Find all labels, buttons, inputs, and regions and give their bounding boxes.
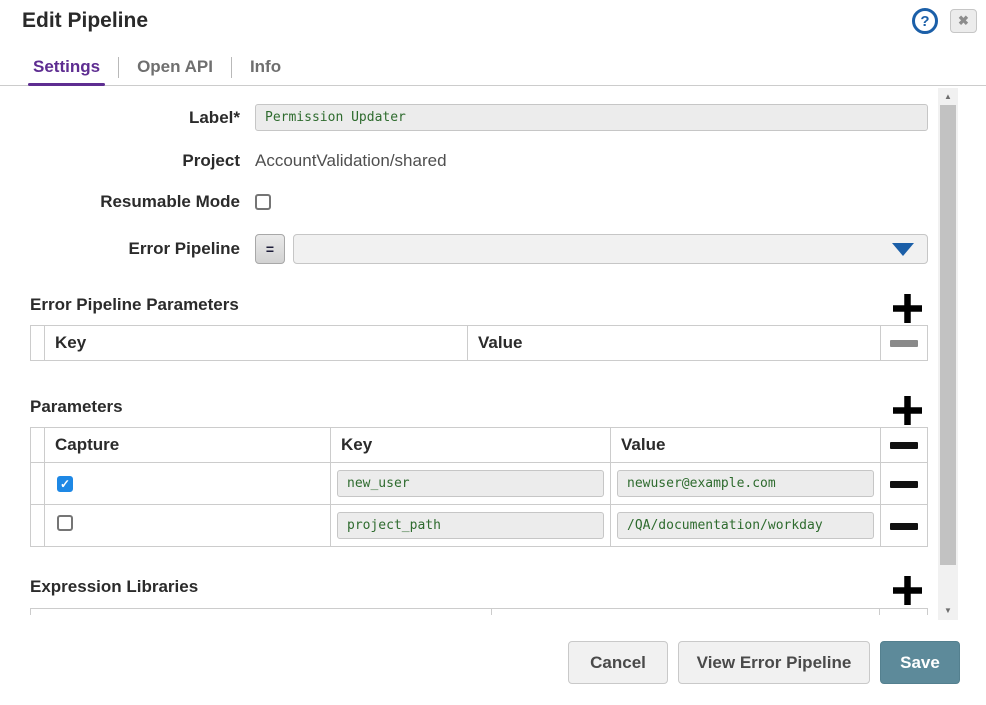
error-pipeline-parameters-table: Key Value [30,325,928,361]
column-header-value: Value [611,428,881,463]
resumable-mode-row: Resumable Mode [30,191,928,213]
add-error-pipeline-parameter-icon[interactable] [892,292,923,325]
parameter-key-input[interactable] [337,512,604,539]
capture-checkbox[interactable] [57,515,73,531]
column-header-key: Key [45,326,468,361]
help-icon[interactable]: ? [912,8,938,34]
add-parameter-icon[interactable] [892,394,923,427]
error-pipeline-parameters-header: Error Pipeline Parameters [30,285,928,325]
label-row: Label* [30,104,928,131]
parameter-value-input[interactable] [617,512,874,539]
dialog-header: Edit Pipeline ? ✖ [0,0,986,50]
parameter-row [31,505,928,547]
scrollbar-down-arrow-icon[interactable]: ▼ [938,602,958,618]
remove-row-icon[interactable] [881,428,928,463]
expression-libraries-title: Expression Libraries [30,577,198,597]
remove-row-icon[interactable] [881,326,928,361]
table-header-row: Key Value [31,326,928,361]
capture-checkbox[interactable] [57,476,73,492]
table-header-row: Capture Key Value [31,428,928,463]
expression-toggle-button[interactable]: = [255,234,285,264]
dialog-title: Edit Pipeline [22,9,148,33]
error-pipeline-label: Error Pipeline [30,239,240,259]
capture-cell [45,463,331,505]
vertical-scrollbar[interactable]: ▲ ▼ [938,88,958,620]
tab-info[interactable]: Info [247,56,284,78]
settings-panel: Label* Project AccountValidation/shared … [30,88,928,620]
column-header-capture: Capture [45,428,331,463]
remove-row-icon[interactable] [881,505,928,547]
parameter-value-input[interactable] [617,470,874,497]
tab-open-api[interactable]: Open API [134,56,216,78]
row-handle-cell [31,428,45,463]
parameters-table: Capture Key Value [30,427,928,547]
view-error-pipeline-button[interactable]: View Error Pipeline [678,641,870,684]
close-icon[interactable]: ✖ [950,9,977,33]
column-header-value: Value [468,326,881,361]
parameters-header: Parameters [30,387,928,427]
scrollbar-up-arrow-icon[interactable]: ▲ [938,88,958,104]
tab-settings[interactable]: Settings [30,56,103,78]
resumable-mode-checkbox[interactable] [255,194,271,210]
key-cell [331,463,611,505]
project-field-label: Project [30,151,240,171]
chevron-down-icon [892,243,914,256]
save-button[interactable]: Save [880,641,960,684]
edit-pipeline-dialog: Edit Pipeline ? ✖ Settings Open API Info… [0,0,986,705]
table-column-divider [879,609,880,615]
parameter-row [31,463,928,505]
tab-divider [231,57,232,78]
value-cell [611,463,881,505]
header-actions: ? ✖ [912,8,977,34]
expression-libraries-table [30,608,928,615]
remove-row-icon[interactable] [881,463,928,505]
cancel-button[interactable]: Cancel [568,641,668,684]
key-cell [331,505,611,547]
label-input[interactable] [255,104,928,131]
project-row: Project AccountValidation/shared [30,150,928,172]
parameter-key-input[interactable] [337,470,604,497]
row-handle-cell[interactable] [31,463,45,505]
scrollbar-thumb[interactable] [940,105,956,565]
capture-cell [45,505,331,547]
tab-bar: Settings Open API Info [0,56,986,86]
resumable-mode-label: Resumable Mode [30,192,240,212]
row-handle-cell [31,326,45,361]
tab-divider [118,57,119,78]
row-handle-cell[interactable] [31,505,45,547]
error-pipeline-parameters-title: Error Pipeline Parameters [30,295,239,315]
project-value: AccountValidation/shared [255,151,447,171]
parameters-title: Parameters [30,397,123,417]
add-expression-library-icon[interactable] [892,574,923,607]
error-pipeline-row: Error Pipeline = [30,234,928,264]
label-field-label: Label* [30,108,240,128]
expression-libraries-header: Expression Libraries [30,567,928,607]
column-header-key: Key [331,428,611,463]
error-pipeline-dropdown[interactable] [293,234,928,264]
dialog-footer: Cancel View Error Pipeline Save [568,641,960,684]
value-cell [611,505,881,547]
table-column-divider [491,609,492,615]
